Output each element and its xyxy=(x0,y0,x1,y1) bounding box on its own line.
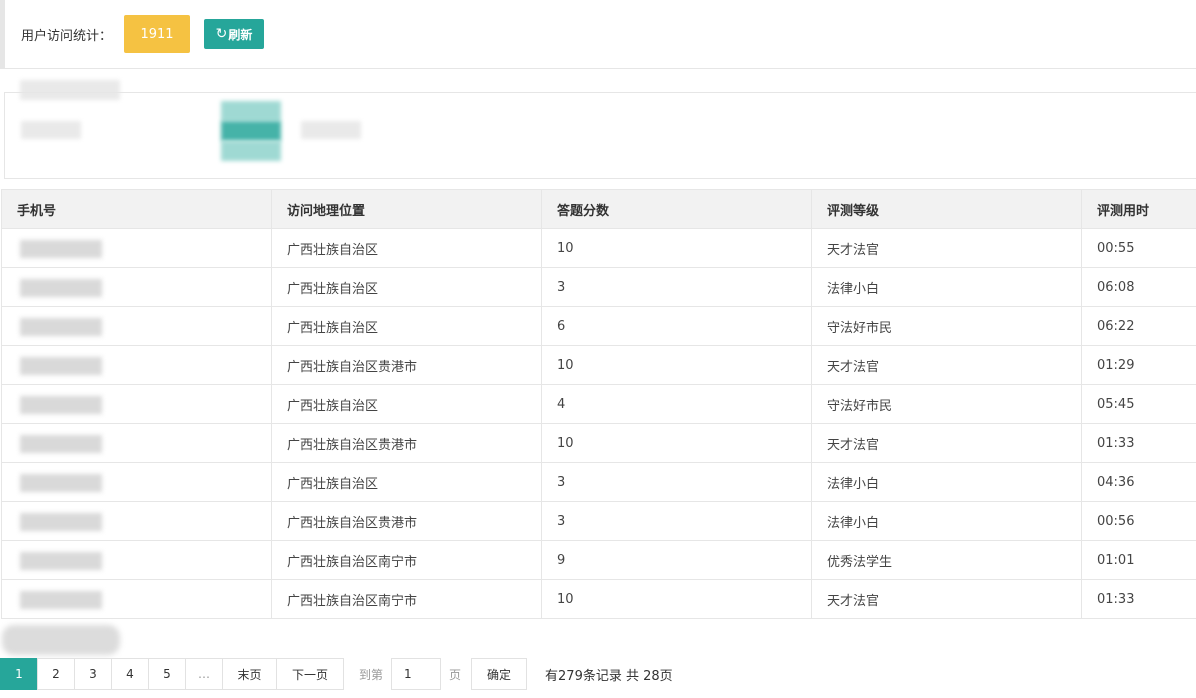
phone-cell-redacted xyxy=(1,423,272,463)
visit-count-badge: 1911 xyxy=(124,15,190,53)
time-cell: 00:55 xyxy=(1081,228,1196,268)
location-cell: 广西壮族自治区贵港市 xyxy=(271,423,542,463)
column-header-time: 评测用时 xyxy=(1081,189,1196,229)
score-cell: 3 xyxy=(541,267,812,307)
level-cell: 天才法官 xyxy=(811,228,1082,268)
page-button-1[interactable]: 1 xyxy=(0,658,38,690)
time-cell: 01:01 xyxy=(1081,540,1196,580)
score-cell: 3 xyxy=(541,462,812,502)
table-header-row: 手机号 访问地理位置 答题分数 评测等级 评测用时 xyxy=(1,189,1196,229)
table-row: 广西壮族自治区贵港市 10 天才法官 01:29 xyxy=(1,345,1196,385)
level-cell: 法律小白 xyxy=(811,267,1082,307)
level-cell: 天才法官 xyxy=(811,345,1082,385)
location-cell: 广西壮族自治区 xyxy=(271,267,542,307)
table-row: 广西壮族自治区贵港市 10 天才法官 01:33 xyxy=(1,423,1196,463)
time-cell: 01:29 xyxy=(1081,345,1196,385)
page-button-3[interactable]: 3 xyxy=(74,658,112,690)
location-cell: 广西壮族自治区 xyxy=(271,384,542,424)
phone-cell-redacted xyxy=(1,384,272,424)
score-cell: 3 xyxy=(541,501,812,541)
next-page-button[interactable]: 下一页 xyxy=(276,658,344,690)
redacted-footer-element xyxy=(2,625,120,655)
level-cell: 天才法官 xyxy=(811,423,1082,463)
page-button-2[interactable]: 2 xyxy=(37,658,75,690)
redacted-filter-button-bottom xyxy=(221,141,281,161)
location-cell: 广西壮族自治区贵港市 xyxy=(271,345,542,385)
time-cell: 00:56 xyxy=(1081,501,1196,541)
phone-cell-redacted xyxy=(1,501,272,541)
phone-cell-redacted xyxy=(1,540,272,580)
level-cell: 法律小白 xyxy=(811,501,1082,541)
goto-page-unit: 页 xyxy=(449,667,462,682)
filter-panel xyxy=(4,92,1196,179)
refresh-icon: ↻ xyxy=(215,26,228,42)
visit-records-table: 手机号 访问地理位置 答题分数 评测等级 评测用时 广西壮族自治区 10 天才法… xyxy=(1,189,1196,619)
score-cell: 4 xyxy=(541,384,812,424)
phone-cell-redacted xyxy=(1,462,272,502)
location-cell: 广西壮族自治区南宁市 xyxy=(271,579,542,619)
level-cell: 天才法官 xyxy=(811,579,1082,619)
redacted-filter-button[interactable] xyxy=(221,121,281,141)
goto-confirm-button[interactable]: 确定 xyxy=(471,658,528,690)
refresh-button[interactable]: ↻ 刷新 xyxy=(204,19,264,49)
table-row: 广西壮族自治区 6 守法好市民 06:22 xyxy=(1,306,1196,346)
time-cell: 04:36 xyxy=(1081,462,1196,502)
column-header-score: 答题分数 xyxy=(541,189,812,229)
table-row: 广西壮族自治区贵港市 3 法律小白 00:56 xyxy=(1,501,1196,541)
phone-cell-redacted xyxy=(1,228,272,268)
phone-cell-redacted xyxy=(1,306,272,346)
location-cell: 广西壮族自治区南宁市 xyxy=(271,540,542,580)
column-header-level: 评测等级 xyxy=(811,189,1082,229)
visit-stat-label: 用户访问统计： xyxy=(21,29,113,44)
location-cell: 广西壮族自治区 xyxy=(271,462,542,502)
location-cell: 广西壮族自治区 xyxy=(271,306,542,346)
phone-cell-redacted xyxy=(1,345,272,385)
redacted-filter-button-top xyxy=(221,101,281,121)
score-cell: 9 xyxy=(541,540,812,580)
level-cell: 守法好市民 xyxy=(811,384,1082,424)
table-row: 广西壮族自治区 3 法律小白 06:08 xyxy=(1,267,1196,307)
redacted-filter-label xyxy=(21,121,81,139)
table-row: 广西壮族自治区南宁市 10 天才法官 01:33 xyxy=(1,579,1196,619)
refresh-button-label: 刷新 xyxy=(228,27,253,42)
page-ellipsis: … xyxy=(185,658,223,690)
score-cell: 10 xyxy=(541,345,812,385)
table-row: 广西壮族自治区南宁市 9 优秀法学生 01:01 xyxy=(1,540,1196,580)
time-cell: 06:22 xyxy=(1081,306,1196,346)
last-page-button[interactable]: 末页 xyxy=(222,658,277,690)
pagination: 1 2 3 4 5 … 末页 下一页 到第 页 确定 有279条记录 共 28页 xyxy=(0,658,673,690)
location-cell: 广西壮族自治区 xyxy=(271,228,542,268)
record-count-summary: 有279条记录 共 28页 xyxy=(545,668,673,684)
page-button-5[interactable]: 5 xyxy=(148,658,186,690)
level-cell: 守法好市民 xyxy=(811,306,1082,346)
table-row: 广西壮族自治区 10 天才法官 00:55 xyxy=(1,228,1196,268)
phone-cell-redacted xyxy=(1,579,272,619)
level-cell: 优秀法学生 xyxy=(811,540,1082,580)
phone-cell-redacted xyxy=(1,267,272,307)
score-cell: 10 xyxy=(541,228,812,268)
location-cell: 广西壮族自治区贵港市 xyxy=(271,501,542,541)
time-cell: 01:33 xyxy=(1081,579,1196,619)
table-row: 广西壮族自治区 4 守法好市民 05:45 xyxy=(1,384,1196,424)
score-cell: 10 xyxy=(541,423,812,463)
time-cell: 06:08 xyxy=(1081,267,1196,307)
score-cell: 6 xyxy=(541,306,812,346)
level-cell: 法律小白 xyxy=(811,462,1082,502)
time-cell: 05:45 xyxy=(1081,384,1196,424)
goto-label: 到第 xyxy=(359,667,384,682)
redacted-filter-extra xyxy=(301,121,361,139)
time-cell: 01:33 xyxy=(1081,423,1196,463)
table-row: 广西壮族自治区 3 法律小白 04:36 xyxy=(1,462,1196,502)
column-header-phone: 手机号 xyxy=(1,189,272,229)
page-button-4[interactable]: 4 xyxy=(111,658,149,690)
column-header-location: 访问地理位置 xyxy=(271,189,542,229)
score-cell: 10 xyxy=(541,579,812,619)
stats-bar: 用户访问统计： 1911 ↻ 刷新 xyxy=(0,0,1196,69)
goto-page-input[interactable] xyxy=(391,658,442,690)
